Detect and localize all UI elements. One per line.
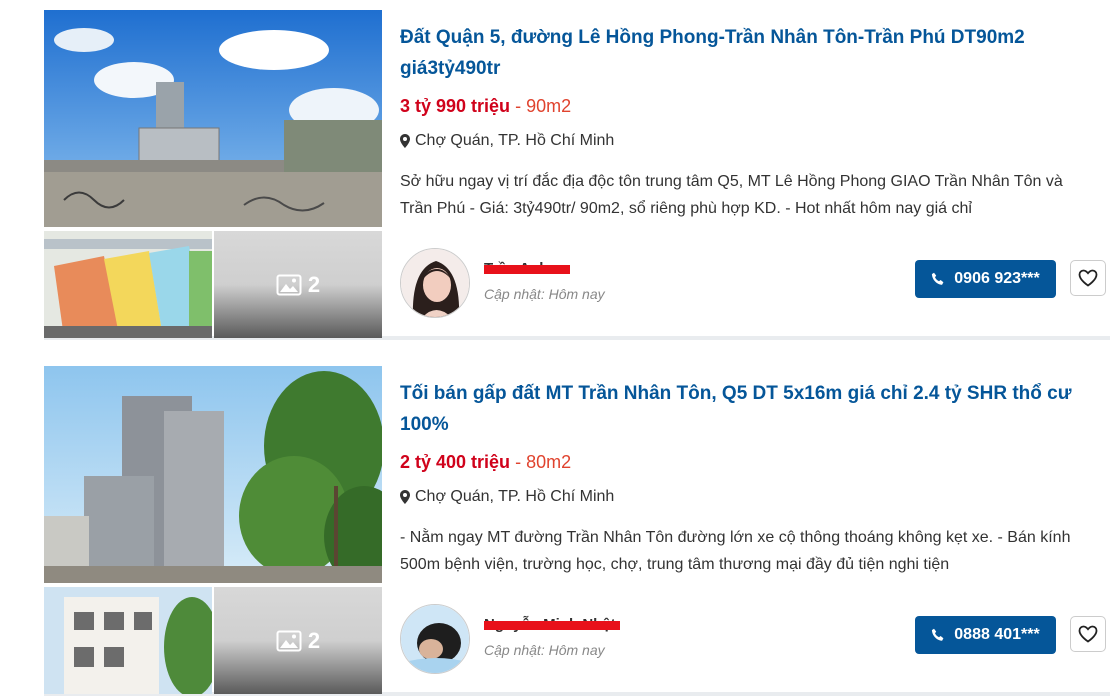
location-text: Chợ Quán, TP. Hồ Chí Minh [415,132,615,149]
updated-text: Cập nhật: Hôm nay [484,642,605,658]
updated-text: Cập nhật: Hôm nay [484,286,605,302]
listing-description: Sở hữu ngay vị trí đắc địa độc tôn trung… [400,173,1063,217]
price-row: 3 tỷ 990 triệu - 90m2 [400,96,571,117]
price-separator: - [510,452,527,472]
listing-card[interactable]: 2 Đất Quận 5, đường Lê Hồng Phong-Trần N… [44,8,1110,340]
phone-button[interactable]: 0906 923*** [915,260,1056,298]
more-photos-count: 2 [307,627,321,653]
listing-gallery[interactable]: 2 [44,8,382,338]
favorite-button[interactable] [1070,260,1106,296]
listing-main-photo[interactable] [44,10,382,227]
listing-price: 3 tỷ 990 triệu [400,96,511,116]
map-pin-icon [400,490,410,504]
listing-gallery[interactable]: 2 [44,364,382,694]
redaction-mark [484,621,620,630]
listing-description: - Nằm ngay MT đường Trần Nhân Tôn đường … [400,529,1071,573]
price-row: 2 tỷ 400 triệu - 80m2 [400,452,571,473]
listing-thumbnail[interactable] [44,231,212,338]
listing-content: Đất Quận 5, đường Lê Hồng Phong-Trần Nhâ… [400,8,1110,338]
phone-icon [932,272,944,285]
map-pin-icon [400,134,410,148]
heart-icon [1078,269,1098,287]
listing-location: Chợ Quán, TP. Hồ Chí Minh [400,488,614,506]
avatar[interactable] [400,248,470,318]
location-text: Chợ Quán, TP. Hồ Chí Minh [415,488,615,505]
more-photos-tile[interactable]: 2 [214,231,382,338]
heart-icon [1078,625,1098,643]
listing-thumbnail[interactable] [44,587,212,694]
agent-block: Nguyễn Minh Nhật Cập nhật: Hôm nay 0888 … [400,604,1110,674]
more-photos-count: 2 [307,271,321,297]
phone-icon [932,628,944,641]
listing-content: Tối bán gấp đất MT Trần Nhân Tôn, Q5 DT … [400,364,1110,694]
listing-title[interactable]: Đất Quận 5, đường Lê Hồng Phong-Trần Nhâ… [400,22,1080,84]
listing-main-photo[interactable] [44,366,382,583]
avatar[interactable] [400,604,470,674]
agent-block: Trần Anh Cập nhật: Hôm nay 0906 923*** [400,248,1110,318]
listing-price: 2 tỷ 400 triệu [400,452,511,472]
favorite-button[interactable] [1070,616,1106,652]
listing-area: 80m2 [526,452,572,472]
listing-location: Chợ Quán, TP. Hồ Chí Minh [400,132,614,150]
image-icon [276,630,302,651]
price-separator: - [510,96,527,116]
more-photos-tile[interactable]: 2 [214,587,382,694]
redaction-mark [484,265,570,274]
phone-number: 0888 401*** [954,626,1040,643]
listing-title[interactable]: Tối bán gấp đất MT Trần Nhân Tôn, Q5 DT … [400,378,1080,440]
image-icon [276,274,302,295]
listing-area: 90m2 [526,96,572,116]
phone-number: 0906 923*** [954,270,1040,287]
phone-button[interactable]: 0888 401*** [915,616,1056,654]
listing-card[interactable]: 2 Tối bán gấp đất MT Trần Nhân Tôn, Q5 D… [44,364,1110,696]
